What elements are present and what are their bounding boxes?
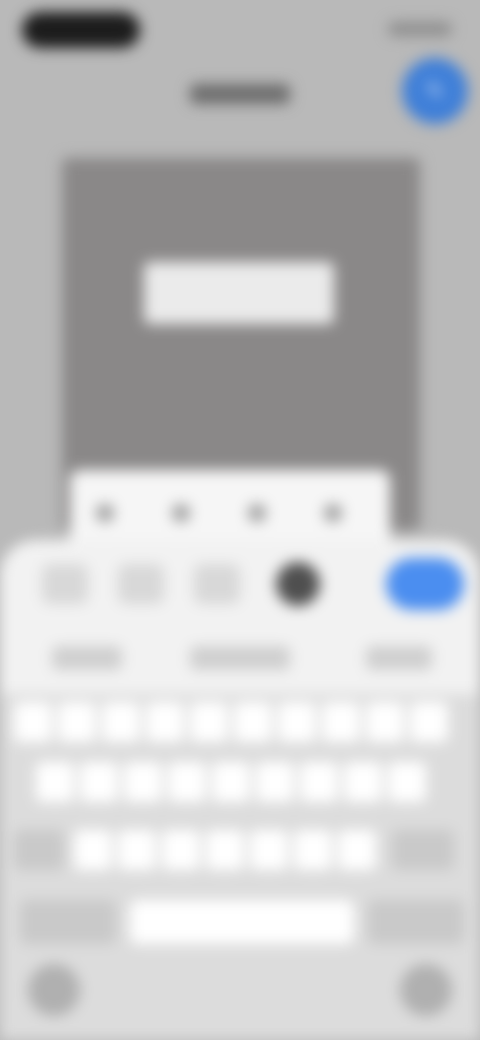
status-time-pill: [22, 12, 140, 48]
primary-action-button[interactable]: [386, 558, 464, 610]
keyboard-key[interactable]: [102, 702, 140, 742]
return-key[interactable]: [368, 900, 464, 944]
symbols-key[interactable]: [20, 900, 116, 944]
keyboard-key[interactable]: [388, 762, 426, 802]
space-key[interactable]: [130, 900, 354, 944]
popup-item[interactable]: [248, 504, 266, 522]
edit-fab-button[interactable]: ✎: [402, 58, 468, 124]
screen: ✎: [0, 0, 480, 1040]
suggestion-item[interactable]: [190, 646, 290, 670]
keyboard-key[interactable]: [366, 702, 404, 742]
keyboard-key[interactable]: [294, 830, 332, 870]
keyboard-key[interactable]: [168, 762, 206, 802]
toolbar-item[interactable]: [42, 564, 88, 604]
toolbar-item[interactable]: [118, 564, 164, 604]
keyboard-key[interactable]: [410, 702, 448, 742]
keyboard-key[interactable]: [80, 762, 118, 802]
keyboard-key[interactable]: [250, 830, 288, 870]
keyboard-key[interactable]: [124, 762, 162, 802]
emoji-icon[interactable]: [28, 964, 80, 1016]
keyboard-key[interactable]: [190, 702, 228, 742]
suggestion-item[interactable]: [366, 646, 432, 670]
keyboard-key[interactable]: [206, 830, 244, 870]
backspace-key[interactable]: [392, 830, 454, 870]
popup-item[interactable]: [172, 504, 190, 522]
keyboard-key[interactable]: [74, 830, 112, 870]
suggestion-item[interactable]: [52, 646, 122, 670]
keyboard-key[interactable]: [234, 702, 272, 742]
keyboard-key[interactable]: [322, 702, 360, 742]
keyboard-key[interactable]: [338, 830, 376, 870]
keyboard-key[interactable]: [36, 762, 74, 802]
keyboard-key[interactable]: [146, 702, 184, 742]
keyboard-key[interactable]: [256, 762, 294, 802]
popup-item[interactable]: [96, 504, 114, 522]
keyboard-key[interactable]: [58, 702, 96, 742]
keyboard-key[interactable]: [344, 762, 382, 802]
shift-key[interactable]: [14, 830, 64, 870]
preview-label-box: [144, 262, 334, 324]
keyboard-key[interactable]: [162, 830, 200, 870]
status-indicators: [388, 22, 452, 36]
page-title: [190, 84, 290, 104]
edit-icon: ✎: [425, 78, 445, 103]
microphone-icon[interactable]: [400, 964, 452, 1016]
keyboard-key[interactable]: [14, 702, 52, 742]
keyboard-key[interactable]: [278, 702, 316, 742]
keyboard-key[interactable]: [300, 762, 338, 802]
keyboard-key[interactable]: [212, 762, 250, 802]
popup-item[interactable]: [324, 504, 342, 522]
keyboard-key[interactable]: [118, 830, 156, 870]
toolbar-item[interactable]: [194, 564, 240, 604]
record-icon[interactable]: [276, 562, 320, 606]
